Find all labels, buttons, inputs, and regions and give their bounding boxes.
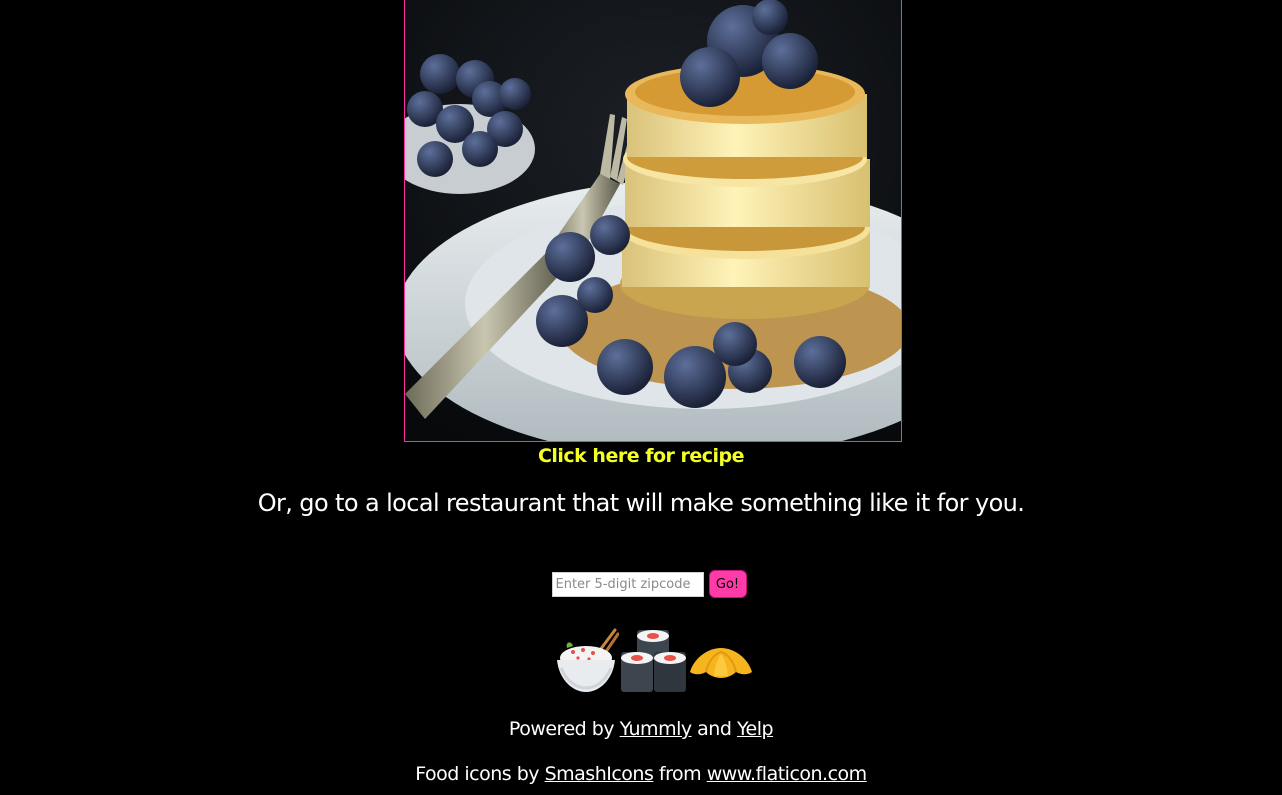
smashicons-link[interactable]: SmashIcons bbox=[545, 763, 654, 785]
flaticon-link[interactable]: www.flaticon.com bbox=[707, 763, 868, 785]
and-label: and bbox=[697, 718, 732, 740]
yelp-link[interactable]: Yelp bbox=[737, 718, 774, 740]
powered-by-credits: Powered by Yummly and Yelp bbox=[0, 717, 1282, 741]
pancake-stack-photo bbox=[405, 0, 901, 441]
croissant-icon bbox=[690, 648, 752, 678]
restaurant-tagline: Or, go to a local restaurant that will m… bbox=[257, 489, 1025, 517]
food-icons-by-label: Food icons by bbox=[415, 763, 540, 785]
zipcode-input[interactable] bbox=[551, 571, 704, 597]
powered-by-label: Powered by bbox=[508, 718, 615, 740]
go-button[interactable]: Go! bbox=[708, 570, 747, 598]
page: Click here for recipe Or, go to a local … bbox=[0, 0, 1282, 795]
from-label: from bbox=[658, 763, 702, 785]
zipcode-search-form: Go! bbox=[0, 569, 1282, 599]
recipe-photo bbox=[404, 0, 902, 442]
recipe-link[interactable]: Click here for recipe bbox=[0, 444, 1282, 468]
icon-credits: Food icons by SmashIcons from www.flatic… bbox=[0, 762, 1282, 786]
sushi-icon bbox=[621, 630, 686, 692]
rice-bowl-icon bbox=[557, 628, 619, 692]
yummly-link[interactable]: Yummly bbox=[620, 718, 693, 740]
food-icons-row bbox=[553, 628, 757, 694]
